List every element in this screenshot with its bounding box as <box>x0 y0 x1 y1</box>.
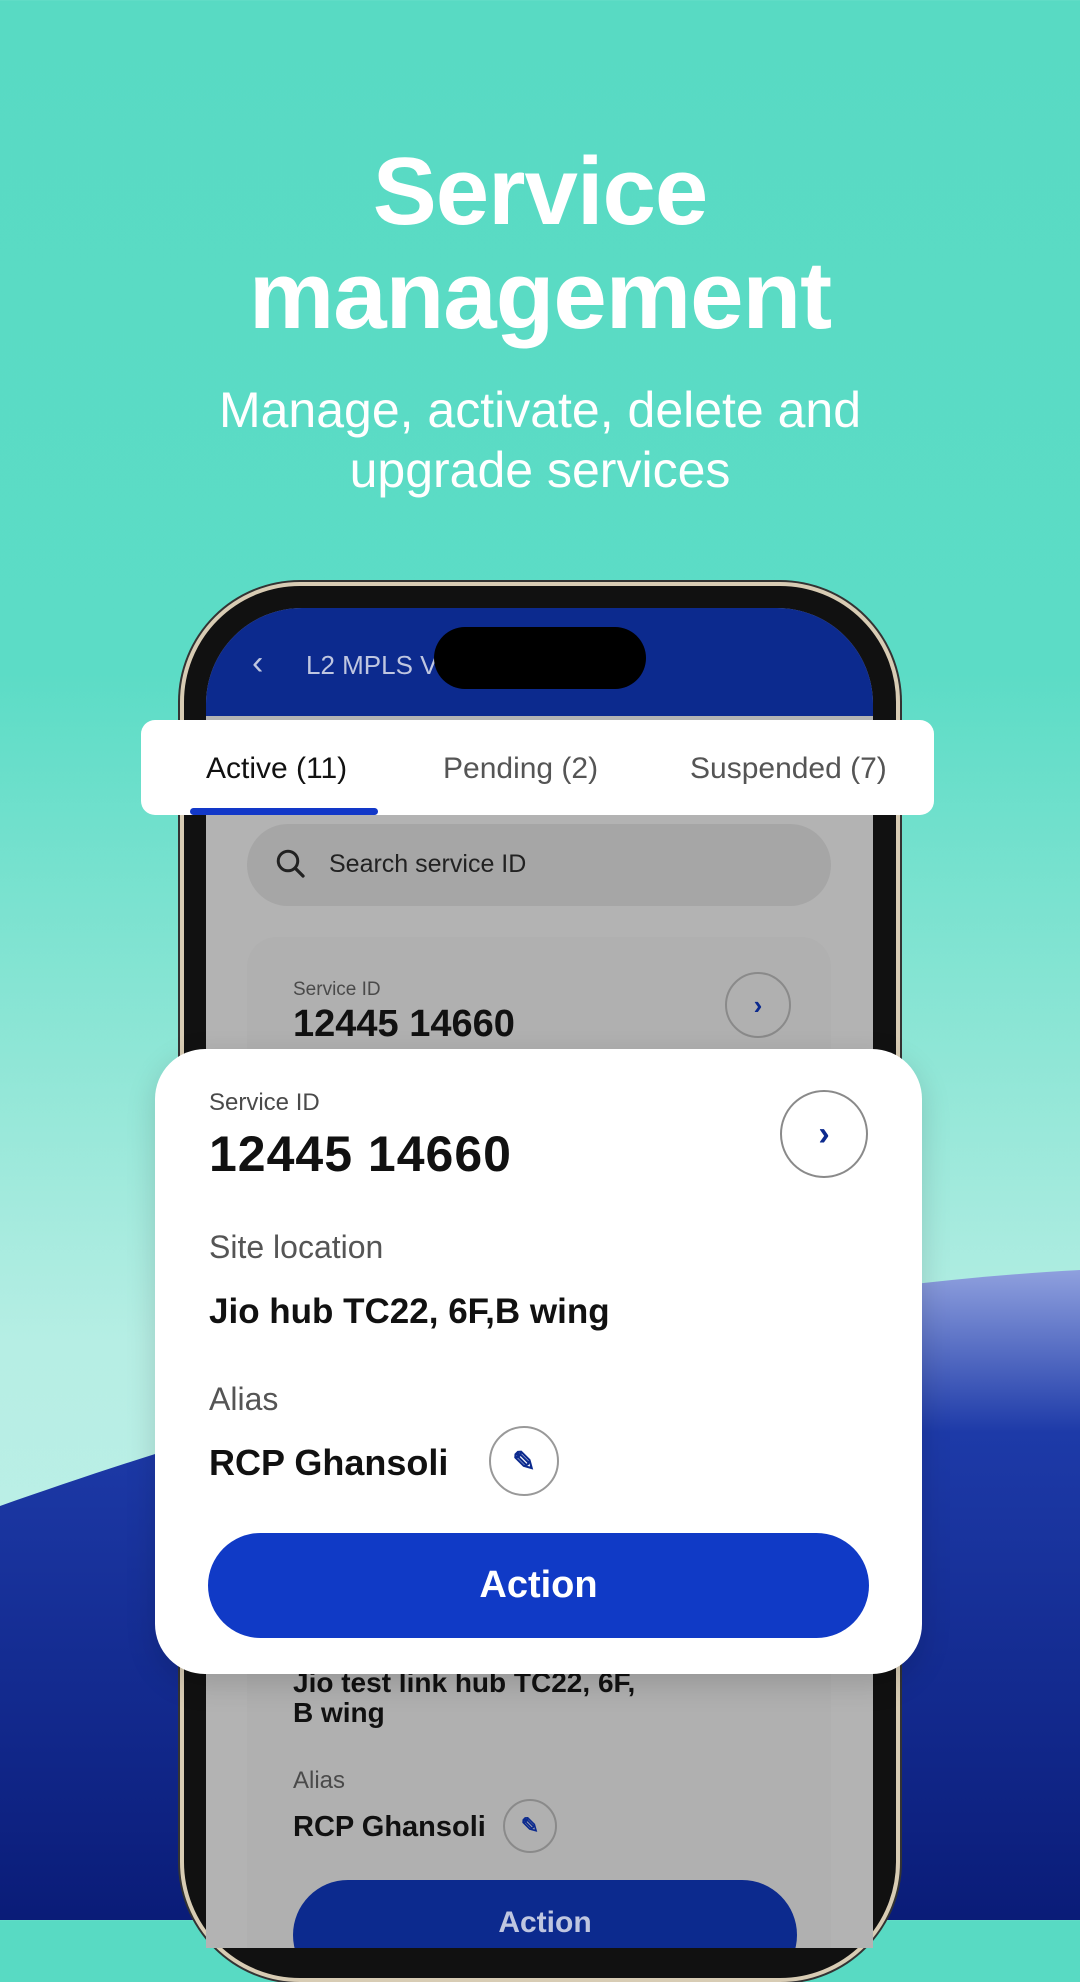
chevron-right-icon: › <box>818 1114 830 1153</box>
status-tabs: Active (11) Pending (2) Suspended (7) <box>141 720 934 815</box>
chevron-right-icon[interactable]: › <box>725 972 791 1038</box>
service-id-label: Service ID <box>209 1089 320 1116</box>
alias-value: RCP Ghansoli <box>293 1811 486 1843</box>
pencil-icon: ✎ <box>520 1813 540 1838</box>
search-input[interactable]: Search service ID <box>247 824 831 906</box>
edit-alias-button[interactable]: ✎ <box>489 1426 559 1496</box>
hero-title: Service management <box>248 138 832 349</box>
tab-active[interactable]: Active (11) <box>206 752 347 786</box>
site-location-label: Site location <box>209 1229 384 1265</box>
pencil-icon: ✎ <box>512 1445 536 1477</box>
action-button-background[interactable]: Action <box>293 1880 797 1948</box>
service-id-label: Service ID <box>293 979 381 1000</box>
alias-label: Alias <box>293 1767 346 1794</box>
chevron-left-icon[interactable]: ‹ <box>252 644 263 683</box>
site-location-value: Jio hub TC22, 6F,B wing <box>209 1292 610 1331</box>
edit-alias-button[interactable]: ✎ <box>503 1799 557 1853</box>
service-id-value: 12445 14660 <box>209 1126 512 1182</box>
tab-suspended[interactable]: Suspended (7) <box>690 752 887 786</box>
alias-value: RCP Ghansoli <box>209 1442 449 1483</box>
search-placeholder: Search service ID <box>329 850 527 878</box>
search-icon <box>276 849 305 878</box>
hero-subtitle: Manage, activate, delete and upgrade serv… <box>218 382 862 498</box>
header-title: L2 MPLS V <box>306 650 438 680</box>
site-location-value-line2: B wing <box>293 1697 385 1728</box>
service-card: Service ID 12445 14660 › Site location J… <box>155 1049 922 1674</box>
dynamic-island <box>434 627 646 689</box>
tab-pending[interactable]: Pending (2) <box>443 752 598 786</box>
alias-label: Alias <box>209 1381 279 1417</box>
service-id-value: 12445 14660 <box>293 1003 515 1045</box>
service-details-button[interactable]: › <box>780 1090 868 1178</box>
active-tab-indicator <box>190 808 378 815</box>
action-button[interactable]: Action <box>208 1533 869 1638</box>
